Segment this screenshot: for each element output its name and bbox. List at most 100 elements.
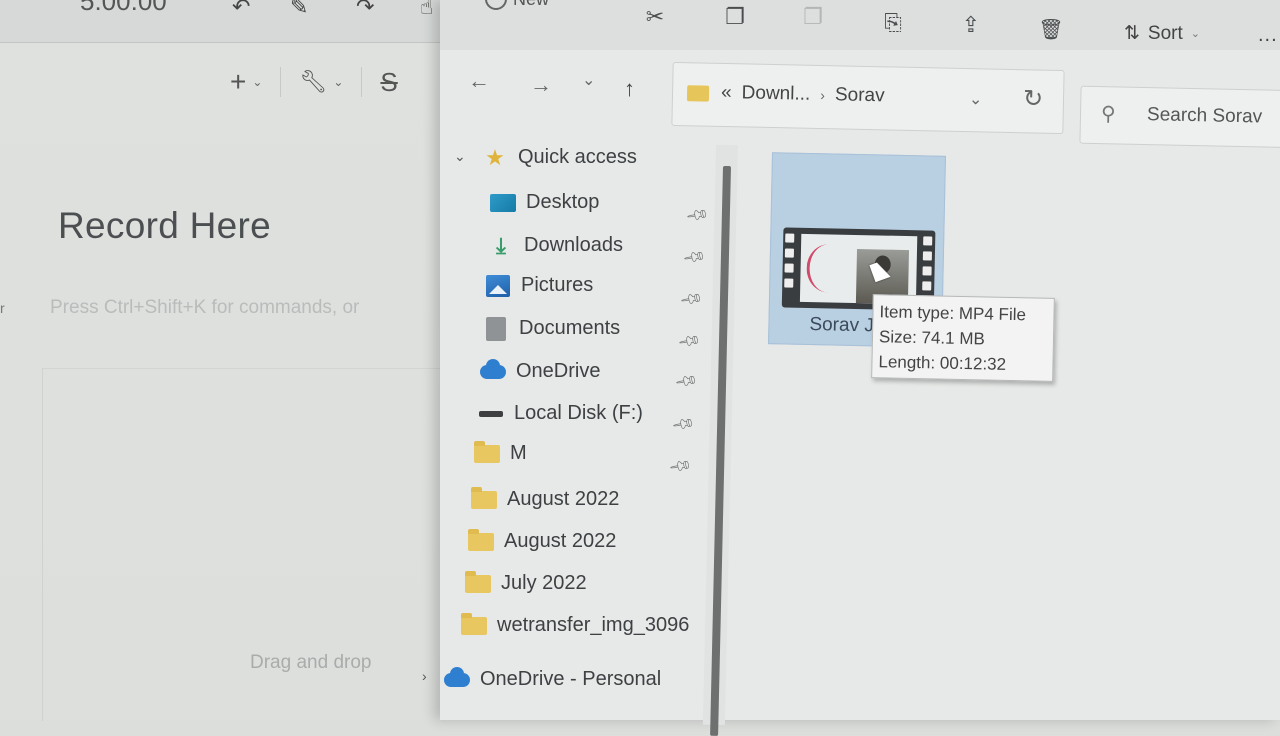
refresh-icon[interactable]: ↻ bbox=[1023, 84, 1044, 113]
documents-icon bbox=[486, 316, 506, 341]
chevron-down-icon: ⌄ bbox=[1190, 28, 1200, 40]
pin-icon[interactable]: 📌︎ bbox=[682, 244, 708, 270]
search-box[interactable]: ⚲ Search Sorav bbox=[1079, 85, 1280, 149]
star-icon: ★ bbox=[485, 144, 505, 170]
sidebar-item-label: OneDrive - Personal bbox=[480, 668, 662, 690]
breadcrumb: « Downl... › Sorav bbox=[721, 82, 885, 107]
drive-icon bbox=[479, 410, 503, 417]
command-hint[interactable]: Press Ctrl+Shift+K for commands, or bbox=[50, 297, 359, 319]
file-info-tooltip: Item type: MP4 File Size: 74.1 MB Length… bbox=[871, 294, 1055, 382]
notes-app-topbar: 5:00:00 ↶ ✎ ↷ ☝ bbox=[0, 0, 470, 43]
address-dropdown-icon[interactable]: ⌄ bbox=[969, 89, 983, 109]
more-options-button[interactable]: ... bbox=[1258, 24, 1278, 47]
note-title[interactable]: Record Here bbox=[58, 205, 271, 247]
sidebar-item-pictures[interactable]: Pictures bbox=[485, 274, 593, 297]
wrench-icon: 🔧︎ bbox=[299, 69, 328, 94]
sort-button[interactable]: ⇅ Sort ⌄ bbox=[1124, 22, 1200, 45]
paste-button[interactable]: ❐ bbox=[796, 0, 830, 34]
redo-icon[interactable]: ↷ bbox=[356, 0, 374, 20]
time-readout: 5:00:00 bbox=[80, 0, 167, 16]
breadcrumb-downloads[interactable]: Downl... bbox=[741, 82, 810, 105]
navigation-bar: ← → ⌄ ↑ « Downl... › Sorav ⌄ ↻ ⚲ Search … bbox=[440, 56, 1280, 149]
breadcrumb-separator: › bbox=[820, 87, 826, 104]
sidebar-item-label: M bbox=[510, 442, 527, 464]
pen-icon[interactable]: ✎ bbox=[290, 0, 308, 20]
breadcrumb-sorav[interactable]: Sorav bbox=[835, 84, 885, 107]
recent-locations-button[interactable]: ⌄ bbox=[582, 70, 595, 90]
address-bar[interactable]: « Downl... › Sorav ⌄ ↻ bbox=[671, 61, 1065, 135]
insert-button[interactable]: + ⌄ bbox=[230, 66, 262, 98]
pin-icon[interactable]: 📌︎ bbox=[679, 286, 705, 312]
chevron-right-icon[interactable]: › bbox=[422, 668, 427, 684]
sidebar-item-label: Downloads bbox=[524, 234, 623, 256]
up-button[interactable]: ↑ bbox=[624, 76, 635, 102]
new-label: New bbox=[513, 0, 549, 10]
sidebar-item-onedrive[interactable]: OneDrive bbox=[480, 358, 600, 383]
chevron-down-icon[interactable]: ⌄ bbox=[454, 148, 466, 165]
plus-icon: + bbox=[230, 66, 247, 97]
folder-icon bbox=[461, 612, 487, 635]
toolbar-divider bbox=[361, 67, 363, 97]
sidebar-item-august-2022-2[interactable]: August 2022 bbox=[468, 528, 617, 553]
strikethrough-button[interactable]: S bbox=[380, 67, 397, 98]
cut-button[interactable]: ✂ bbox=[638, 0, 672, 34]
sidebar-item-desktop[interactable]: Desktop bbox=[490, 191, 599, 214]
desktop-icon bbox=[490, 193, 516, 212]
new-icon bbox=[485, 0, 507, 10]
drag-drop-hint: Drag and drop bbox=[250, 652, 372, 673]
sidebar-item-label: August 2022 bbox=[507, 488, 620, 510]
breadcrumb-overflow[interactable]: « bbox=[721, 82, 732, 104]
onedrive-icon bbox=[480, 358, 506, 379]
sidebar-item-label: Quick access bbox=[518, 146, 637, 168]
sidebar-item-label: Desktop bbox=[526, 191, 600, 213]
scissors-icon: ✂ bbox=[645, 4, 665, 29]
pin-icon[interactable]: 📌︎ bbox=[674, 368, 700, 394]
sidebar-item-documents[interactable]: Documents bbox=[483, 316, 621, 341]
folder-icon bbox=[465, 570, 491, 593]
copy-button[interactable]: ❐ bbox=[718, 0, 752, 34]
paste-icon: ❐ bbox=[803, 4, 823, 29]
back-button[interactable]: ← bbox=[468, 68, 490, 94]
note-canvas[interactable] bbox=[42, 368, 443, 721]
sidebar-item-downloads[interactable]: ⤓ Downloads bbox=[488, 232, 623, 258]
sidebar-item-label: Documents bbox=[519, 317, 621, 339]
notes-toolbar: + ⌄ 🔧︎ ⌄ S bbox=[230, 62, 398, 102]
touch-icon[interactable]: ☝ bbox=[420, 0, 433, 20]
new-button[interactable]: New bbox=[485, 0, 549, 10]
pin-icon[interactable]: 📌︎ bbox=[668, 453, 694, 479]
forward-button[interactable]: → bbox=[530, 72, 552, 98]
sidebar-item-label: August 2022 bbox=[504, 530, 617, 552]
rename-button[interactable]: ⎘ bbox=[876, 6, 910, 40]
pin-icon[interactable]: 📌︎ bbox=[685, 202, 711, 228]
folder-icon bbox=[468, 528, 494, 551]
copy-icon: ❐ bbox=[725, 4, 745, 29]
downloads-icon: ⤓ bbox=[496, 232, 506, 258]
share-button[interactable]: ⇪ bbox=[954, 8, 988, 42]
pin-icon[interactable]: 📌︎ bbox=[677, 328, 703, 354]
notes-app-window: 5:00:00 ↶ ✎ ↷ ☝ + ⌄ 🔧︎ ⌄ S Record Here r… bbox=[0, 0, 470, 721]
tools-button[interactable]: 🔧︎ ⌄ bbox=[299, 69, 343, 95]
file-list: Sorav Ja bbox=[740, 140, 1280, 720]
sidebar-item-label: wetransfer_img_3096 bbox=[497, 614, 690, 636]
rename-icon: ⎘ bbox=[884, 10, 902, 35]
sidebar-item-onedrive-personal[interactable]: OneDrive - Personal bbox=[444, 666, 662, 691]
delete-button[interactable]: 🗑 bbox=[1034, 12, 1068, 46]
tooltip-size: Size: 74.1 MB bbox=[878, 327, 986, 349]
folder-icon bbox=[474, 440, 500, 463]
undo-icon[interactable]: ↶ bbox=[232, 0, 250, 20]
sidebar-item-m[interactable]: M bbox=[474, 440, 527, 465]
sidebar-item-quick-access[interactable]: ★ Quick access bbox=[482, 144, 637, 170]
chevron-down-icon: ⌄ bbox=[252, 75, 263, 89]
tooltip-item-type: Item type: MP4 File bbox=[879, 302, 1027, 325]
sidebar-item-wetransfer[interactable]: wetransfer_img_3096 bbox=[461, 612, 690, 637]
sidebar-item-label: Pictures bbox=[521, 274, 594, 296]
navigation-pane: ⌄ ★ Quick access Desktop 📌︎ ⤓ Downloads … bbox=[422, 140, 730, 720]
sidebar-item-august-2022[interactable]: August 2022 bbox=[471, 486, 620, 511]
search-input[interactable]: Search Sorav bbox=[1147, 104, 1263, 128]
onedrive-icon bbox=[444, 666, 470, 687]
sidebar-item-label: July 2022 bbox=[501, 572, 587, 594]
pin-icon[interactable]: 📌︎ bbox=[671, 411, 697, 437]
sidebar-item-local-disk-f[interactable]: Local Disk (F:) bbox=[478, 402, 643, 425]
thumbnail-diagram bbox=[806, 243, 851, 293]
sidebar-item-july-2022[interactable]: July 2022 bbox=[465, 570, 587, 595]
